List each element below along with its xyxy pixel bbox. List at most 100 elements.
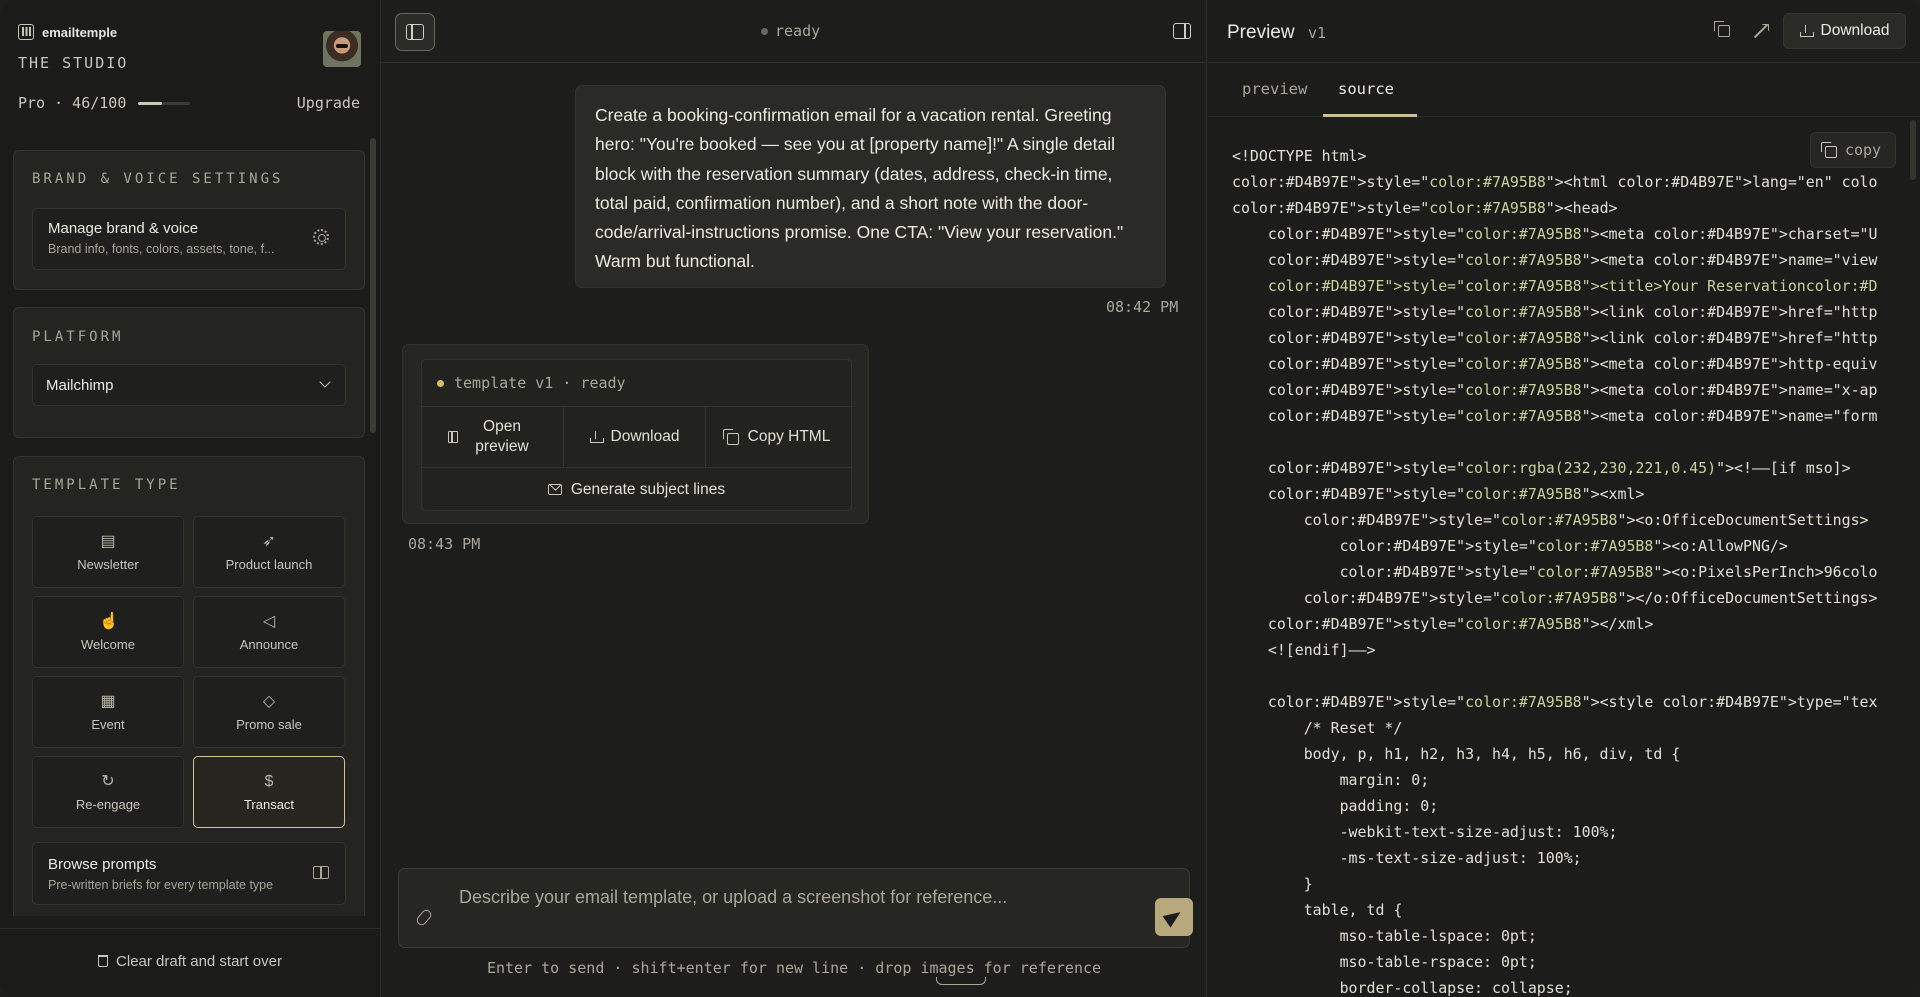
code-line: color:#D4B97E">style="color:#7A95B8"><me… <box>1232 221 1920 247</box>
code-token: mso-table-lspace: 0pt; <box>1232 927 1537 945</box>
composer-input[interactable] <box>459 887 1109 908</box>
code-token: "><o:OfficeDocumentSettings> <box>1617 511 1869 529</box>
browse-prompts-subtitle: Pre-written briefs for every template ty… <box>48 878 274 892</box>
chat-status: ready <box>761 22 820 40</box>
paperclip-icon[interactable] <box>414 907 434 928</box>
template-transact[interactable]: $ Transact <box>193 756 345 828</box>
code-line: border-collapse: collapse; <box>1232 975 1920 997</box>
preview-panel-toggle-icon[interactable] <box>1173 23 1191 39</box>
code-token: body, p, h1, h2, h3, h4, h5, h6, div, td… <box>1232 745 1681 763</box>
panel-icon <box>448 431 458 443</box>
brand-name: emailtemple <box>42 24 118 40</box>
code-token: color:#D4B97E">style="color:#7A95B8"><ti… <box>1232 277 1878 295</box>
code-line: /* Reset */ <box>1232 715 1920 741</box>
code-line: color:#D4B97E">style="color:#7A95B8"><li… <box>1232 325 1920 351</box>
code-line: color:#D4B97E">style="color:#7A95B8"><xm… <box>1232 481 1920 507</box>
code-token: color:#7A95B8 <box>1536 563 1654 581</box>
manage-brand-subtitle: Brand info, fonts, colors, assets, tone,… <box>48 242 275 256</box>
tab-preview[interactable]: preview <box>1242 80 1307 98</box>
code-line: color:#D4B97E">style="color:#7A95B8"></x… <box>1232 611 1920 637</box>
code-line: table, td { <box>1232 897 1920 923</box>
template-event[interactable]: ▦ Event <box>32 676 184 748</box>
browse-prompts-button[interactable]: Browse prompts Pre-written briefs for ev… <box>32 842 346 905</box>
copy-html-label: Copy HTML <box>747 428 831 445</box>
preview-scrollbar[interactable] <box>1910 120 1916 180</box>
user-message: Create a booking-confirmation email for … <box>575 85 1166 288</box>
composer-hint: Enter to send · shift+enter for new line… <box>486 959 1102 977</box>
code-token: color:#7A95B8 <box>1429 199 1546 217</box>
code-token: <!DOCTYPE html> <box>1232 147 1367 165</box>
expand-icon[interactable] <box>1754 24 1768 38</box>
code-token: color:#D4B97E">style=" <box>1232 407 1466 425</box>
code-token: border-collapse: collapse; <box>1232 979 1573 997</box>
code-token: color:#7A95B8 <box>1465 381 1582 399</box>
preview-download-button[interactable]: Download <box>1783 13 1906 49</box>
code-line: color:#D4B97E">style="color:rgba(232,230… <box>1232 455 1920 481</box>
code-token: color:#7A95B8 <box>1500 511 1618 529</box>
code-line: margin: 0; <box>1232 767 1920 793</box>
template-welcome[interactable]: ☝ Welcome <box>32 596 184 668</box>
template-label: Welcome <box>81 636 135 652</box>
code-line: -ms-text-size-adjust: 100%; <box>1232 845 1920 871</box>
brand[interactable]: emailtemple <box>18 24 117 40</box>
template-announce[interactable]: ◁ Announce <box>193 596 345 668</box>
code-token: -webkit-text-size-adjust: 100%; <box>1232 823 1618 841</box>
upgrade-link[interactable]: Upgrade <box>297 94 360 112</box>
manage-brand-title: Manage brand & voice <box>48 220 199 237</box>
brand-voice-card: BRAND & VOICE SETTINGS Manage brand & vo… <box>13 150 365 290</box>
refresh-icon: ↻ <box>101 772 115 790</box>
ready-dot <box>437 380 444 387</box>
code-token: color:rgba(232,230,221,0.45) <box>1465 459 1717 477</box>
sidebar-scrollbar[interactable] <box>370 138 376 433</box>
avatar[interactable] <box>323 31 361 67</box>
code-token: color:#D4B97E">style=" <box>1232 693 1466 711</box>
template-newsletter[interactable]: ▤ Newsletter <box>32 516 184 588</box>
source-code: <!DOCTYPE html> color:#D4B97E">style="col… <box>1232 143 1920 997</box>
template-label: Newsletter <box>77 556 139 572</box>
template-re-engage[interactable]: ↻ Re-engage <box>32 756 184 828</box>
download-button[interactable]: Download <box>564 407 706 467</box>
send-button[interactable] <box>1155 898 1193 936</box>
download-icon <box>1799 25 1814 37</box>
hand-icon: ☝ <box>99 612 119 630</box>
code-token: "><meta color:#D4B97E">name="x-ap <box>1581 381 1878 399</box>
download-icon <box>589 431 604 443</box>
template-product-launch[interactable]: ➶ Product launch <box>193 516 345 588</box>
open-preview-button[interactable]: Open preview <box>422 407 564 467</box>
code-line: color:#D4B97E">style="color:#7A95B8"><me… <box>1232 377 1920 403</box>
code-line: color:#D4B97E">style="color:#7A95B8"><o:… <box>1232 559 1920 585</box>
copy-source-button[interactable]: copy <box>1810 132 1896 168</box>
preview-header: Preview v1 Download <box>1208 0 1920 63</box>
browse-prompts-title: Browse prompts <box>48 856 157 873</box>
code-token: "><xml> <box>1581 485 1645 503</box>
user-message-time: 08:42 PM <box>1106 298 1179 316</box>
assistant-template-card: template v1 · ready Open preview Downloa… <box>402 344 869 524</box>
code-token: "><style color:#D4B97E">type="tex <box>1581 693 1878 711</box>
copy-icon <box>1820 141 1837 158</box>
code-token: "><html color:#D4B97E">lang="en" colo <box>1545 173 1878 191</box>
duplicate-icon[interactable] <box>1714 21 1730 37</box>
plan-row: Pro · 46/100 Upgrade <box>18 94 360 112</box>
code-line: color:#D4B97E">style="color:#7A95B8"><st… <box>1232 689 1920 715</box>
platform-selected: Mailchimp <box>46 377 114 394</box>
preview-panel: Preview v1 Download preview source <!DOC… <box>1208 0 1920 997</box>
clear-draft-button[interactable]: Clear draft and start over <box>0 953 380 970</box>
sidebar-toggle-button[interactable] <box>395 13 435 51</box>
studio-label: THE STUDIO <box>18 54 129 72</box>
tab-source[interactable]: source <box>1338 80 1394 98</box>
code-line: color:#D4B97E">style="color:#7A95B8"><ht… <box>1232 169 1920 195</box>
platform-card: PLATFORM Mailchimp <box>13 307 365 438</box>
template-promo-sale[interactable]: ◇ Promo sale <box>193 676 345 748</box>
code-token: table, td { <box>1232 901 1403 919</box>
code-token: color:#7A95B8 <box>1465 225 1582 243</box>
generate-subject-lines-button[interactable]: Generate subject lines <box>422 468 851 511</box>
newsletter-icon: ▤ <box>100 532 116 550</box>
copy-html-button[interactable]: Copy HTML <box>706 407 851 467</box>
code-line: body, p, h1, h2, h3, h4, h5, h6, div, td… <box>1232 741 1920 767</box>
code-token: "><o:AllowPNG/> <box>1653 537 1788 555</box>
code-token: color:#7A95B8 <box>1465 355 1582 373</box>
platform-select[interactable]: Mailchimp <box>32 364 346 406</box>
brand-voice-label: BRAND & VOICE SETTINGS <box>32 171 284 187</box>
manage-brand-button[interactable]: Manage brand & voice Brand info, fonts, … <box>32 208 346 270</box>
code-line: padding: 0; <box>1232 793 1920 819</box>
